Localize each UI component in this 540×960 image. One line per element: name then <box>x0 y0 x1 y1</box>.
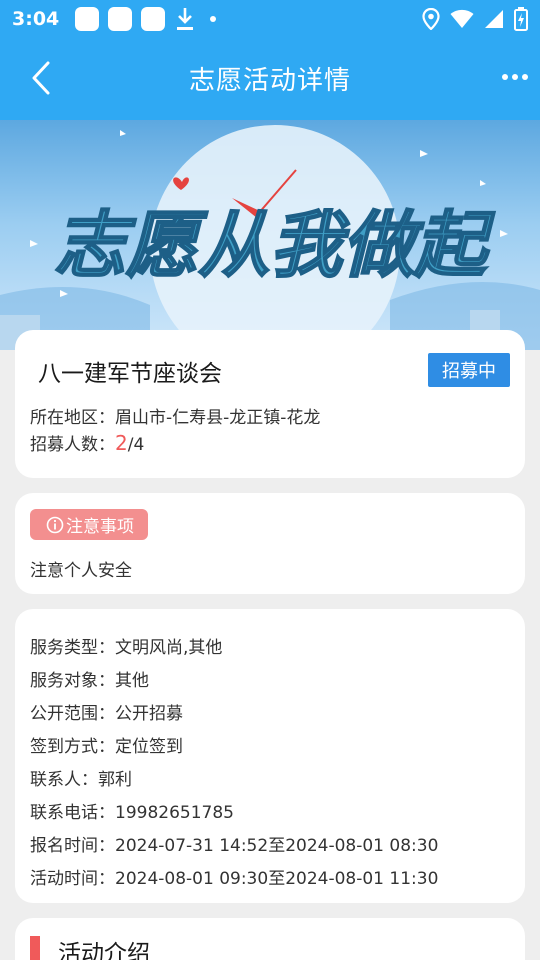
activity-title: 八一建军节座谈会 <box>38 361 222 387</box>
detail-label: 联系电话： <box>30 803 115 823</box>
banner-slogan: 志愿从我做起 <box>54 203 495 287</box>
detail-value: 文明风尚,其他 <box>115 638 223 658</box>
more-notifications-icon <box>210 16 217 22</box>
detail-value: 2024-07-31 14:52至2024-08-01 08:30 <box>115 836 439 856</box>
app-header: 志愿活动详情 <box>0 38 540 120</box>
detail-row-phone[interactable]: 联系电话：19982651785 <box>30 798 234 823</box>
detail-label: 联系人： <box>30 770 98 790</box>
notification-icon <box>141 7 166 31</box>
status-bar: 3:04 <box>0 0 540 38</box>
detail-row-contact: 联系人：郭利 <box>30 765 132 790</box>
detail-label: 签到方式： <box>30 737 115 757</box>
details-card: 服务类型：文明风尚,其他 服务对象：其他 公开范围：公开招募 签到方式：定位签到… <box>15 609 525 903</box>
region-value: 眉山市-仁寿县-龙正镇-花龙 <box>115 408 321 428</box>
notice-text: 注意个人安全 <box>30 561 132 581</box>
activity-banner: 志愿从我做起 <box>0 120 540 350</box>
wifi-icon <box>450 9 474 28</box>
banner-illustration: 志愿从我做起 <box>0 125 540 350</box>
detail-row-service-target: 服务对象：其他 <box>30 666 149 691</box>
notice-badge: 注意事项 <box>30 509 148 540</box>
info-icon <box>46 516 64 533</box>
download-icon <box>177 8 194 30</box>
recruit-total: /4 <box>127 435 145 455</box>
notification-icon <box>108 7 133 31</box>
region-label: 所在地区： <box>30 408 115 428</box>
section-marker <box>30 936 40 960</box>
detail-row-scope: 公开范围：公开招募 <box>30 699 183 724</box>
status-time: 3:04 <box>12 8 60 30</box>
notice-badge-label: 注意事项 <box>66 517 134 537</box>
notification-icon <box>75 7 100 31</box>
signal-icon <box>485 10 503 28</box>
more-horizontal-icon[interactable] <box>500 64 530 90</box>
status-badge: 招募中 <box>428 353 510 387</box>
detail-value: 2024-08-01 09:30至2024-08-01 11:30 <box>115 869 439 889</box>
battery-icon <box>514 7 528 31</box>
detail-value: 郭利 <box>98 770 132 790</box>
detail-label: 活动时间： <box>30 869 115 889</box>
phone-link[interactable]: 19982651785 <box>115 803 234 823</box>
detail-label: 报名时间： <box>30 836 115 856</box>
recruit-label: 招募人数： <box>30 435 115 455</box>
detail-row-checkin: 签到方式：定位签到 <box>30 732 183 757</box>
detail-value: 其他 <box>115 671 149 691</box>
region-row: 所在地区：眉山市-仁寿县-龙正镇-花龙 <box>30 403 320 428</box>
recruit-row: 招募人数：2/4 <box>30 430 144 455</box>
detail-row-activity-time: 活动时间：2024-08-01 09:30至2024-08-01 11:30 <box>30 864 438 889</box>
location-icon <box>422 8 440 30</box>
recruit-current: 2 <box>115 431 128 455</box>
activity-summary-card: 八一建军节座谈会 招募中 所在地区：眉山市-仁寿县-龙正镇-花龙 招募人数：2/… <box>15 330 525 478</box>
section-title: 活动介绍 <box>58 941 150 960</box>
page-title: 志愿活动详情 <box>188 66 351 96</box>
detail-label: 服务对象： <box>30 671 115 691</box>
detail-value: 公开招募 <box>115 704 183 724</box>
detail-value: 定位签到 <box>115 737 183 757</box>
detail-label: 公开范围： <box>30 704 115 724</box>
detail-row-service-type: 服务类型：文明风尚,其他 <box>30 633 222 658</box>
notice-card: 注意事项 注意个人安全 <box>15 493 525 594</box>
detail-label: 服务类型： <box>30 638 115 658</box>
detail-row-signup-time: 报名时间：2024-07-31 14:52至2024-08-01 08:30 <box>30 831 438 856</box>
intro-card: 活动介绍 <box>15 918 525 960</box>
